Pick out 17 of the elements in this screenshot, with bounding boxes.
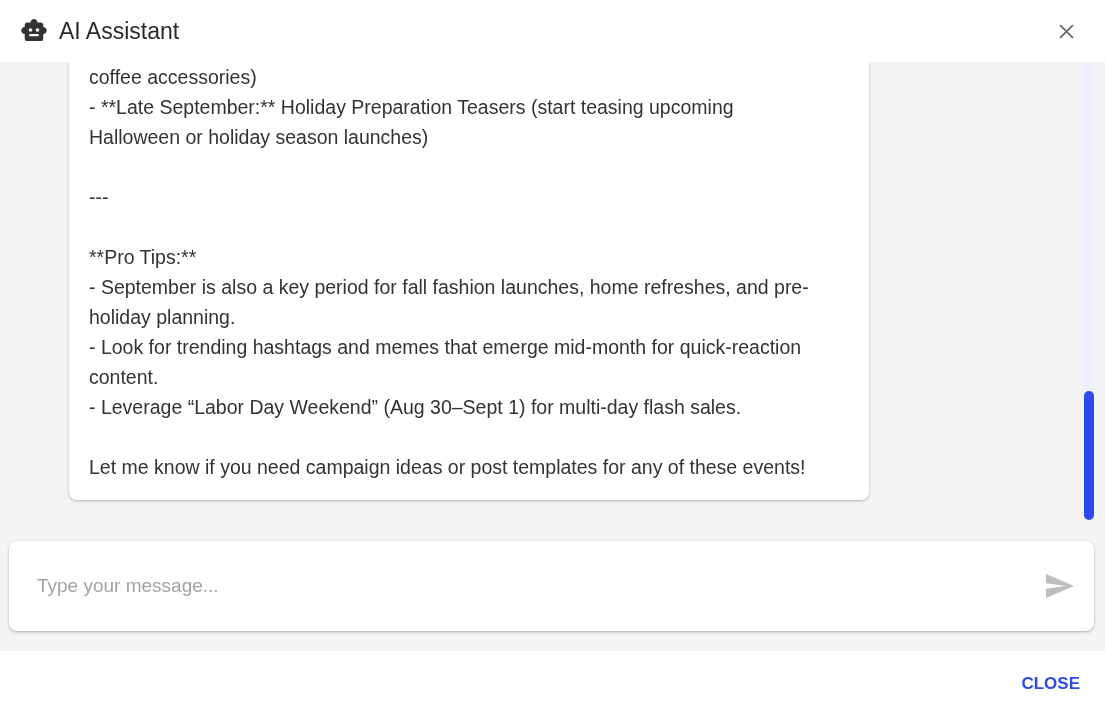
- message-text: coffee accessories): [89, 65, 258, 90]
- send-icon: [1046, 574, 1074, 598]
- dialog-title: AI Assistant: [59, 17, 181, 45]
- message-text: - **Late September:** Holiday Preparation Teasers (start teasing upcoming Halloween or holiday season launches): [89, 95, 735, 150]
- message-text: **Pro Tips:**: [89, 245, 198, 270]
- message-text: ---: [89, 185, 110, 210]
- scrollbar-thumb[interactable]: [1084, 391, 1094, 520]
- message-text: Let me know if you need campaign ideas or post templates for any of these events!: [89, 455, 807, 480]
- message-text: - Leverage “Labor Day Weekend” (Aug 30–Sept 1) for multi-day flash sales.: [89, 395, 743, 420]
- send-button[interactable]: [1046, 574, 1074, 598]
- message-composer-field[interactable]: Type your message...: [9, 541, 1094, 631]
- close-text-button[interactable]: CLOSE: [1013, 667, 1088, 700]
- message-text: - Look for trending hashtags and memes that emerge mid-month for quick-reaction content.: [89, 335, 803, 390]
- robot-icon: [21, 19, 47, 41]
- message-text: - September is also a key period for fall fashion launches, home refreshes, and pre-holiday planning.: [89, 275, 810, 330]
- close-icon: [1059, 23, 1074, 39]
- message-input[interactable]: Type your message...: [37, 566, 1046, 606]
